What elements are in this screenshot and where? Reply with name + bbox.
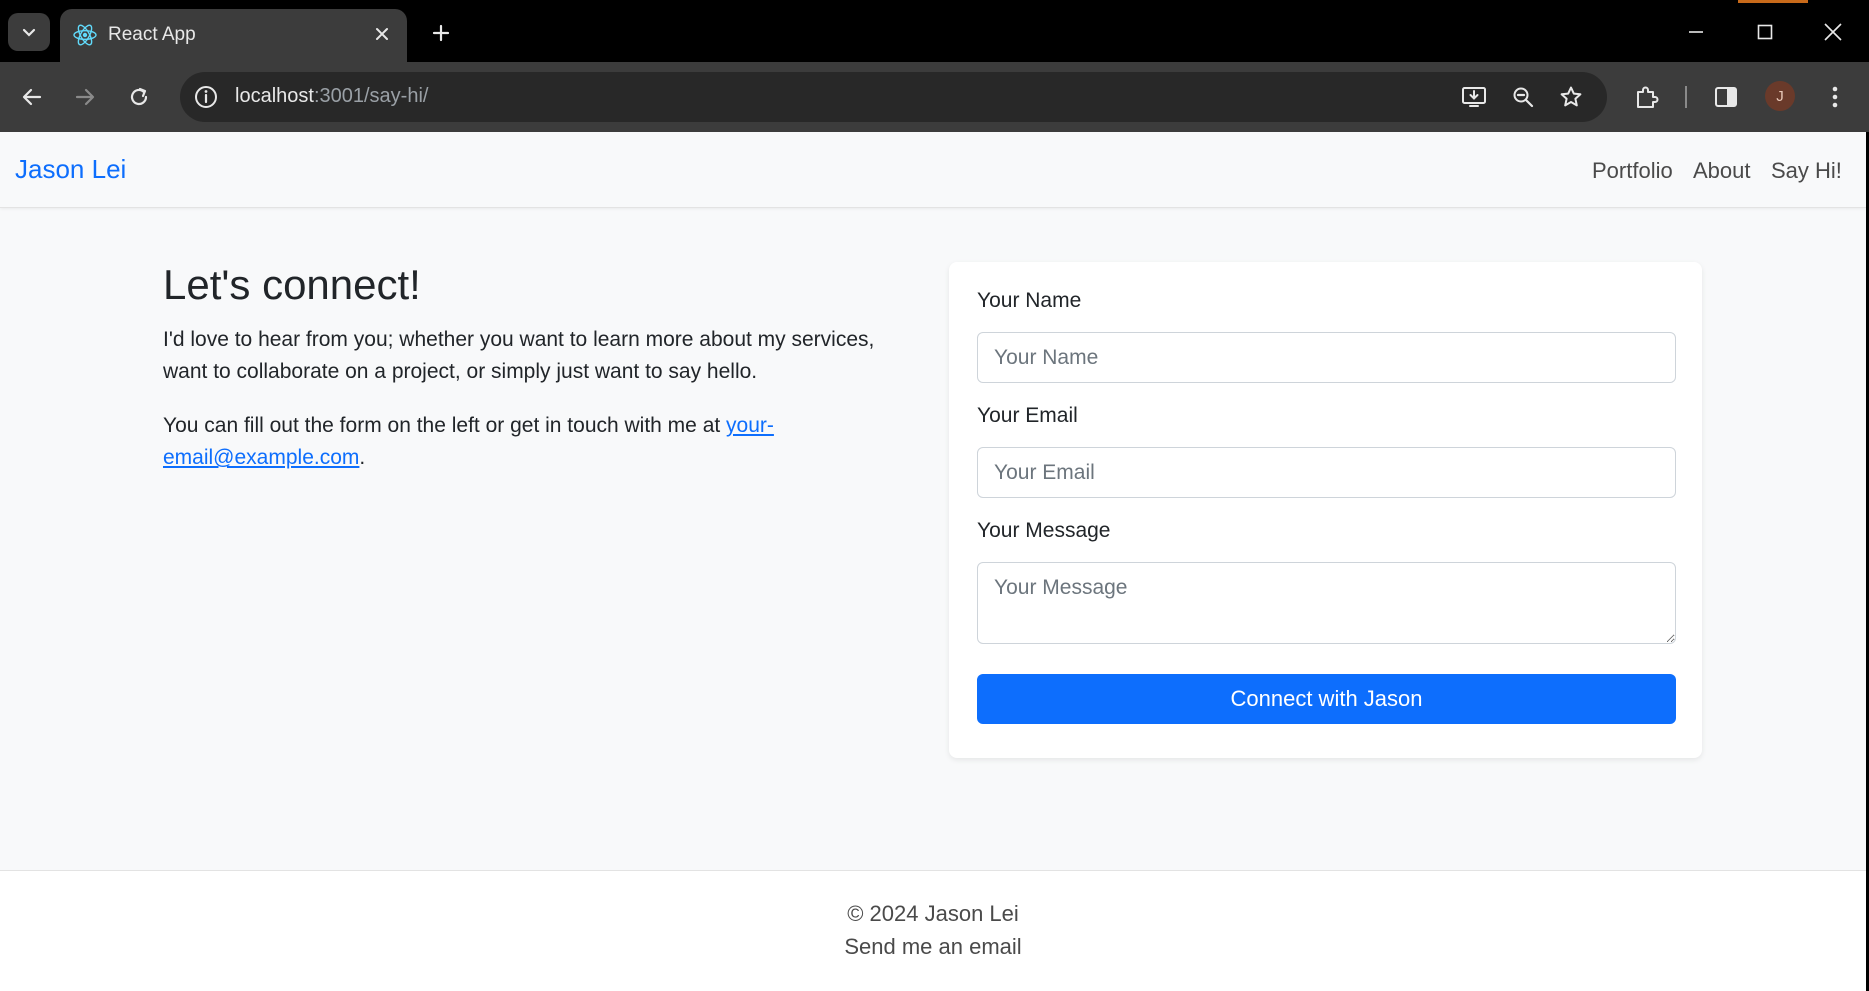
close-icon <box>376 28 388 40</box>
nav-link-say-hi[interactable]: Say Hi! <box>1771 158 1842 184</box>
close-window-button[interactable] <box>1805 10 1861 54</box>
extensions-icon <box>1637 86 1659 108</box>
maximize-icon <box>1757 24 1773 40</box>
footer-email-link[interactable]: Send me an email <box>0 934 1866 960</box>
contact-text: You can fill out the form on the left or… <box>163 414 727 438</box>
forward-arrow-icon <box>75 88 95 106</box>
address-bar[interactable]: localhost:3001/say-hi/ <box>180 72 1607 122</box>
bookmark-star-icon <box>1560 86 1582 107</box>
browser-menu-button[interactable] <box>1816 78 1854 116</box>
reload-icon <box>130 87 148 106</box>
tab-close-button[interactable] <box>369 21 395 47</box>
close-window-icon <box>1824 23 1842 41</box>
browser-tabstrip: React App <box>0 0 1869 62</box>
window-accent-strip <box>1738 0 1808 3</box>
url-host: localhost <box>235 85 314 107</box>
install-app-icon <box>1462 87 1486 107</box>
message-textarea[interactable] <box>977 562 1676 644</box>
toolbar-divider <box>1685 86 1687 108</box>
name-label: Your Name <box>977 289 1082 312</box>
site-footer: © 2024 Jason Lei Send me an email <box>0 870 1866 991</box>
minimize-button[interactable] <box>1668 10 1724 54</box>
email-input[interactable] <box>977 447 1676 498</box>
new-tab-button[interactable] <box>424 16 458 50</box>
site-info-icon[interactable] <box>192 83 220 111</box>
bookmark-button[interactable] <box>1556 82 1586 112</box>
minimize-icon <box>1689 31 1703 33</box>
side-panel-button[interactable] <box>1707 78 1745 116</box>
brand-link[interactable]: Jason Lei <box>15 154 126 185</box>
maximize-button[interactable] <box>1737 10 1793 54</box>
back-arrow-icon <box>22 88 42 106</box>
contact-form: Your Name Your Email Your Message Connec… <box>949 262 1702 758</box>
side-panel-icon <box>1715 87 1737 107</box>
plus-icon <box>432 24 450 42</box>
page-viewport: Jason Lei Portfolio About Say Hi! Let's … <box>0 132 1866 991</box>
connect-button[interactable]: Connect with Jason <box>977 674 1676 724</box>
reload-button[interactable] <box>120 78 158 116</box>
name-input[interactable] <box>977 332 1676 383</box>
forward-button[interactable] <box>66 78 104 116</box>
more-vert-icon <box>1832 86 1838 108</box>
url-text: localhost:3001/say-hi/ <box>235 85 428 108</box>
install-app-button[interactable] <box>1459 82 1489 112</box>
intro-paragraph: I'd love to hear from you; whether you w… <box>163 328 875 384</box>
tab-title: React App <box>108 24 196 45</box>
email-label: Your Email <box>977 404 1078 427</box>
react-logo-icon <box>73 24 97 46</box>
nav-link-portfolio[interactable]: Portfolio <box>1592 158 1673 184</box>
contact-text-end: . <box>359 446 366 470</box>
back-button[interactable] <box>13 78 51 116</box>
zoom-icon <box>1513 87 1534 108</box>
page-title: Let's connect! <box>163 261 421 308</box>
footer-copyright: © 2024 Jason Lei <box>847 901 1019 926</box>
tab-search-button[interactable] <box>8 13 50 51</box>
nav-link-about[interactable]: About <box>1693 158 1751 184</box>
browser-toolbar: localhost:3001/say-hi/ J <box>0 62 1869 132</box>
extensions-button[interactable] <box>1628 78 1666 116</box>
contact-paragraph: You can fill out the form on the left or… <box>163 410 903 474</box>
profile-avatar[interactable]: J <box>1765 81 1795 111</box>
browser-tab[interactable]: React App <box>60 9 407 62</box>
url-path: :3001/say-hi/ <box>313 85 429 107</box>
message-label: Your Message <box>977 519 1111 542</box>
site-navbar: Jason Lei Portfolio About Say Hi! <box>0 132 1866 208</box>
tab-search-icon <box>22 28 36 37</box>
zoom-button[interactable] <box>1508 82 1538 112</box>
intro-section: Let's connect! I'd love to hear from you… <box>163 260 903 496</box>
